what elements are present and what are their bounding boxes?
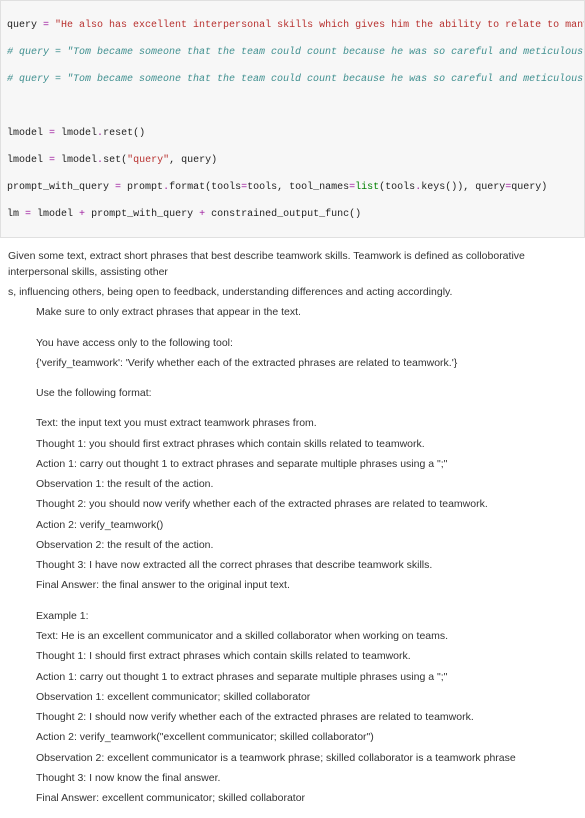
code-token: prompt [121,182,163,193]
code-line: lmodel = lmodel.reset() [7,127,578,141]
code-token: list [355,182,379,193]
code-token: lmodel [31,209,79,220]
template-line: Action 1: carry out thought 1 to extract… [36,456,577,472]
code-token: tools, tool_names [247,182,349,193]
tools-header: You have access only to the following to… [36,335,577,351]
code-line: # query = "Tom became someone that the t… [7,46,578,60]
code-token: lmodel [7,155,49,166]
template-line: Text: the input text you must extract te… [36,415,577,431]
format-header: Use the following format: [36,385,577,401]
code-token: (tools [379,182,415,193]
code-token: set( [103,155,127,166]
template-line: Action 2: verify_teamwork() [36,517,577,533]
example-header: Example 1: [36,608,577,624]
template-line: Thought 3: I have now extracted all the … [36,557,577,573]
template-line: Observation 2: the result of the action. [36,537,577,553]
code-token: keys()), query [421,182,505,193]
output-text: Given some text, extract short phrases t… [0,238,585,818]
example-line: Thought 3: I now know the final answer. [36,770,577,786]
code-token: lmodel [55,155,97,166]
code-token: "He also has excellent interpersonal ski… [49,20,585,31]
template-line: Thought 2: you should now verify whether… [36,496,577,512]
code-token: prompt_with_query [85,209,199,220]
code-token: constrained_output_func() [205,209,361,220]
code-line: query = "He also has excellent interpers… [7,19,578,33]
template-line: Final Answer: the final answer to the or… [36,577,577,593]
example-line: Action 2: verify_teamwork("excellent com… [36,729,577,745]
template-line: Observation 1: the result of the action. [36,476,577,492]
code-line [7,100,578,114]
template-line: Thought 1: you should first extract phra… [36,436,577,452]
code-line: # query = "Tom became someone that the t… [7,73,578,87]
code-token: query) [511,182,547,193]
intro-line-1: Given some text, extract short phrases t… [8,248,577,281]
example-line: Final Answer: excellent communicator; sk… [36,790,577,806]
code-token: lmodel [7,128,49,139]
code-cell[interactable]: query = "He also has excellent interpers… [0,0,585,238]
example-line: Action 1: carry out thought 1 to extract… [36,669,577,685]
example-line: Observation 1: excellent communicator; s… [36,689,577,705]
example-line: Thought 1: I should first extract phrase… [36,648,577,664]
code-line: lmodel = lmodel.set("query", query) [7,154,578,168]
code-token: lmodel [55,128,97,139]
code-token: reset() [103,128,145,139]
example-line: Thought 2: I should now verify whether e… [36,709,577,725]
intro-line-2: s, influencing others, being open to fee… [8,284,577,300]
example-line: Text: He is an excellent communicator an… [36,628,577,644]
code-token: , query) [169,155,217,166]
code-line: prompt_with_query = prompt.format(tools=… [7,181,578,195]
example-line: Observation 2: excellent communicator is… [36,750,577,766]
code-token: "query" [127,155,169,166]
code-token: query [7,20,43,31]
tools-dict: {'verify_teamwork': 'Verify whether each… [36,355,577,371]
code-token: format(tools [169,182,241,193]
code-token: lm [7,209,25,220]
code-token: prompt_with_query [7,182,115,193]
intro-line-3: Make sure to only extract phrases that a… [36,304,577,320]
code-line: lm = lmodel + prompt_with_query + constr… [7,208,578,222]
